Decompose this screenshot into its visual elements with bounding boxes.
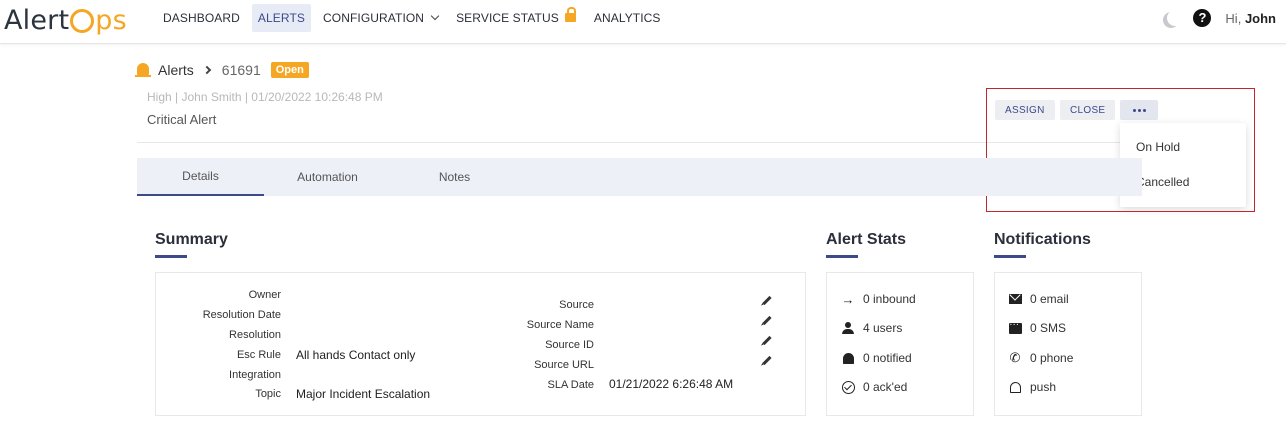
chevron-down-icon bbox=[430, 11, 440, 21]
arrow-right-icon: → bbox=[841, 291, 855, 307]
summary-title: Summary bbox=[155, 231, 228, 258]
field-label-integration: Integration bbox=[229, 369, 281, 381]
stat-acked-text: 0 ack'ed bbox=[863, 380, 908, 394]
nav-service-status[interactable]: SERVICE STATUS bbox=[450, 4, 582, 32]
field-label-esc-rule: Esc Rule bbox=[236, 349, 281, 361]
nav-alerts[interactable]: ALERTS bbox=[251, 4, 311, 32]
user-greeting[interactable]: Hi, John bbox=[1225, 11, 1276, 26]
nav-service-status-label: SERVICE STATUS bbox=[456, 11, 559, 25]
field-value-sla-date: 01/21/2022 6:26:48 AM bbox=[609, 377, 734, 391]
edit-source-name-pencil-icon[interactable] bbox=[762, 315, 772, 326]
chevron-right-icon bbox=[202, 65, 212, 75]
stat-inbound-text: 0 inbound bbox=[863, 292, 916, 306]
field-label-source: Source bbox=[559, 299, 594, 311]
notif-phone-text: 0 phone bbox=[1030, 351, 1074, 365]
alert-title: Critical Alert bbox=[147, 112, 217, 127]
edit-source-id-pencil-icon[interactable] bbox=[762, 335, 772, 346]
stat-inbound: → 0 inbound bbox=[841, 291, 916, 307]
alert-meta: High | John Smith | 01/20/2022 10:26:48 … bbox=[147, 90, 383, 104]
tab-notes[interactable]: Notes bbox=[391, 158, 518, 196]
person-icon bbox=[841, 321, 855, 335]
breadcrumb-alerts[interactable]: Alerts bbox=[158, 62, 194, 78]
logo-prefix: Alert bbox=[4, 4, 70, 36]
help-icon[interactable]: ? bbox=[1193, 9, 1212, 27]
divider bbox=[137, 142, 1142, 143]
edit-source-pencil-icon[interactable] bbox=[762, 295, 772, 306]
email-icon bbox=[1008, 292, 1022, 306]
field-label-source-name: Source Name bbox=[526, 319, 594, 331]
assign-button[interactable]: ASSIGN bbox=[995, 100, 1055, 120]
top-nav-bar: Alert ps DASHBOARD ALERTS CONFIGURATION S… bbox=[0, 0, 1286, 44]
menu-item-on-hold[interactable]: On Hold bbox=[1136, 140, 1180, 154]
logo-suffix: ps bbox=[95, 4, 127, 36]
nav-configuration[interactable]: CONFIGURATION bbox=[317, 4, 444, 32]
alert-stats-card: → 0 inbound 4 users 0 notified 0 ack'ed bbox=[826, 272, 974, 416]
stat-users: 4 users bbox=[841, 321, 902, 335]
main-nav: DASHBOARD ALERTS CONFIGURATION SERVICE S… bbox=[157, 4, 673, 32]
notif-push: push bbox=[1008, 380, 1056, 394]
nav-configuration-label: CONFIGURATION bbox=[323, 11, 425, 25]
notif-email-text: 0 email bbox=[1030, 292, 1069, 306]
breadcrumb-alert-id: 61691 bbox=[221, 62, 261, 78]
close-button[interactable]: CLOSE bbox=[1060, 100, 1116, 120]
logo-o-icon bbox=[70, 9, 95, 33]
field-label-resolution-date: Resolution Date bbox=[202, 309, 281, 321]
status-badge: Open bbox=[270, 62, 309, 78]
field-label-source-url: Source URL bbox=[534, 359, 594, 371]
notif-email: 0 email bbox=[1008, 292, 1069, 306]
phone-icon: ✆ bbox=[1009, 350, 1021, 365]
field-label-source-id: Source ID bbox=[545, 339, 594, 351]
bell-icon bbox=[135, 63, 151, 77]
edit-source-url-pencil-icon[interactable] bbox=[762, 355, 772, 366]
notifications-title: Notifications bbox=[994, 231, 1091, 258]
stat-users-text: 4 users bbox=[863, 321, 903, 335]
more-dots-icon bbox=[1132, 108, 1146, 112]
field-label-resolution: Resolution bbox=[229, 329, 281, 341]
notifications-card: 0 email 0 SMS ✆ 0 phone push bbox=[994, 272, 1142, 416]
stat-notified-text: 0 notified bbox=[863, 351, 912, 365]
greeting-prefix: Hi, bbox=[1225, 10, 1242, 26]
breadcrumb: Alerts 61691 Open bbox=[135, 60, 309, 80]
field-label-topic: Topic bbox=[255, 388, 281, 400]
notif-sms-text: 0 SMS bbox=[1030, 321, 1067, 335]
notif-push-text: push bbox=[1030, 380, 1057, 394]
more-actions-button[interactable] bbox=[1120, 100, 1158, 120]
bell-outline-icon bbox=[1008, 380, 1022, 394]
tab-automation[interactable]: Automation bbox=[264, 158, 391, 196]
bell-icon bbox=[841, 351, 855, 365]
stat-notified: 0 notified bbox=[841, 351, 912, 365]
notif-sms: 0 SMS bbox=[1008, 317, 1067, 335]
field-value-esc-rule: All hands Contact only bbox=[296, 348, 416, 362]
sms-icon bbox=[1008, 317, 1022, 335]
tab-details[interactable]: Details bbox=[137, 158, 264, 196]
alertops-logo[interactable]: Alert ps bbox=[4, 3, 127, 37]
nav-dashboard[interactable]: DASHBOARD bbox=[157, 4, 246, 32]
field-label-owner: Owner bbox=[248, 289, 281, 301]
check-circle-icon bbox=[841, 380, 855, 394]
dark-mode-moon-icon[interactable] bbox=[1167, 10, 1183, 26]
user-name: John bbox=[1244, 10, 1276, 26]
lock-icon bbox=[564, 6, 576, 22]
field-value-topic: Major Incident Escalation bbox=[296, 387, 431, 401]
menu-item-cancelled[interactable]: Cancelled bbox=[1136, 175, 1189, 189]
summary-card: Owner Resolution Date Resolution Esc Rul… bbox=[155, 272, 806, 416]
field-label-sla-date: SLA Date bbox=[547, 379, 594, 391]
user-area: ? Hi, John bbox=[1163, 7, 1276, 29]
stat-acked: 0 ack'ed bbox=[841, 380, 907, 394]
nav-analytics[interactable]: ANALYTICS bbox=[588, 4, 667, 32]
tab-bar: Details Automation Notes bbox=[137, 158, 1142, 196]
notif-phone: ✆ 0 phone bbox=[1008, 350, 1074, 365]
alert-stats-title: Alert Stats bbox=[826, 231, 907, 258]
